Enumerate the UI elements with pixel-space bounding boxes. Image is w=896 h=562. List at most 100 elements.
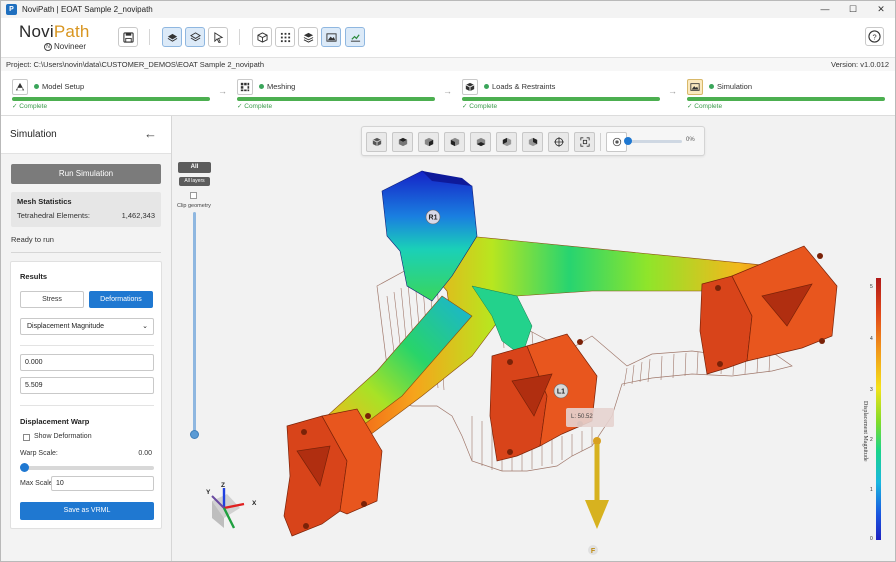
- frame-view-button[interactable]: [574, 132, 595, 152]
- layer-all-button[interactable]: All: [178, 162, 211, 173]
- axis-label-z: Z: [221, 482, 225, 489]
- divider: [20, 405, 154, 406]
- window-title: NoviPath | EOAT Sample 2_novipath: [22, 5, 153, 14]
- warp-scale-slider[interactable]: [22, 466, 154, 470]
- show-deformation-label: Show Deformation: [34, 433, 92, 440]
- mesh-stats-title: Mesh Statistics: [17, 197, 72, 206]
- minimize-button[interactable]: —: [811, 1, 839, 18]
- fit-view-button[interactable]: [548, 132, 569, 152]
- step-status: ✓ Complete: [687, 103, 723, 110]
- version-label: Version: v1.0.012: [831, 60, 889, 69]
- logo: NoviPath N Novineer: [19, 22, 99, 54]
- run-simulation-button[interactable]: Run Simulation: [11, 164, 161, 184]
- view-back-button[interactable]: [522, 132, 543, 152]
- help-button[interactable]: ?: [865, 27, 884, 46]
- clip-slider-handle[interactable]: [190, 430, 199, 439]
- step-model-setup[interactable]: Model Setup ✓ Complete: [12, 77, 210, 113]
- app-icon: P: [6, 4, 17, 15]
- max-scale-input[interactable]: 10: [51, 476, 154, 491]
- load-label-l1: L1: [557, 389, 565, 396]
- novineer-mark-icon: N: [44, 42, 52, 51]
- save-icon: [122, 31, 134, 43]
- view-right-button[interactable]: [444, 132, 465, 152]
- pad-left: [283, 408, 383, 537]
- show-deformation-checkbox[interactable]: [23, 434, 30, 441]
- simulation-image-icon: [687, 79, 703, 95]
- fea-model-render[interactable]: R1 L1 L: 50.52 F Z Y X: [172, 116, 895, 562]
- result-type-select[interactable]: Displacement Magnitude ⌄: [20, 318, 154, 335]
- max-value-input[interactable]: 5.509: [20, 377, 154, 394]
- tetra-elements-value: 1,462,343: [121, 211, 155, 220]
- arrow-right-icon: →: [443, 86, 452, 96]
- step-label: Meshing: [267, 82, 296, 91]
- workflow-bar: Model Setup ✓ Complete → Meshing ✓ Compl…: [1, 71, 895, 116]
- maximize-button[interactable]: ☐: [839, 1, 867, 18]
- mesh-statistics: Mesh Statistics Tetrahedral Elements: 1,…: [11, 192, 161, 227]
- step-status: ✓ Complete: [462, 103, 498, 110]
- legend-tick: 1: [870, 487, 873, 493]
- step-meshing[interactable]: Meshing ✓ Complete: [237, 77, 435, 113]
- step-label: Simulation: [717, 82, 753, 91]
- view-iso-button[interactable]: [366, 132, 387, 152]
- color-legend-bar: [876, 278, 881, 540]
- legend-tick: 3: [870, 387, 873, 393]
- back-arrow-icon[interactable]: ←: [144, 126, 157, 141]
- step-simulation[interactable]: Simulation ✓ Complete: [687, 77, 885, 113]
- legend-tick: 2: [870, 437, 873, 443]
- tab-stress[interactable]: Stress: [20, 291, 84, 308]
- opacity-value: 0%: [686, 137, 695, 143]
- image-result-button[interactable]: [321, 27, 341, 47]
- cube-top-icon: [398, 137, 407, 147]
- axis-triad: [211, 488, 245, 529]
- pointer-icon: [213, 31, 223, 43]
- warp-scale-handle[interactable]: [20, 463, 29, 472]
- displacement-warp-title: Displacement Warp: [20, 417, 90, 426]
- logo-subtitle: Novineer: [54, 42, 87, 51]
- cube-view-button[interactable]: [252, 27, 272, 47]
- legend-tick: 5: [870, 284, 873, 290]
- tab-deformations[interactable]: Deformations: [89, 291, 153, 308]
- status-dot: [484, 84, 489, 89]
- project-info-bar: Project: C:\Users\novin\data\CUSTOMER_DE…: [1, 58, 895, 71]
- help-icon: ?: [868, 30, 881, 43]
- chart-result-button[interactable]: [345, 27, 365, 47]
- clip-geometry-checkbox[interactable]: [190, 192, 197, 199]
- cube-bottom-icon: [476, 137, 485, 147]
- title-bar: P NoviPath | EOAT Sample 2_novipath — ☐ …: [1, 1, 895, 18]
- opacity-slider[interactable]: [628, 140, 682, 143]
- close-button[interactable]: ✕: [867, 1, 895, 18]
- save-button[interactable]: [118, 27, 138, 47]
- warp-scale-value: 0.00: [138, 450, 152, 457]
- panel-title: Simulation: [10, 129, 57, 140]
- layer-single-icon: [167, 33, 177, 42]
- legend-tick: 0: [870, 536, 873, 542]
- crosshair-icon: [553, 137, 564, 147]
- view-front-button[interactable]: [418, 132, 439, 152]
- min-value-input[interactable]: 0.000: [20, 354, 154, 371]
- tetra-elements-label: Tetrahedral Elements:: [17, 211, 90, 220]
- model-setup-icon: [12, 79, 28, 95]
- step-loads-restraints[interactable]: Loads & Restraints ✓ Complete: [462, 77, 660, 113]
- single-layer-button[interactable]: [162, 27, 182, 47]
- stack-button[interactable]: [298, 27, 318, 47]
- layers-button[interactable]: [185, 27, 205, 47]
- clip-slider[interactable]: [193, 212, 196, 434]
- run-status-text: Ready to run: [11, 235, 54, 244]
- svg-text:?: ?: [872, 32, 876, 41]
- save-vrml-button[interactable]: Save as VRML: [20, 502, 154, 520]
- 3d-viewport[interactable]: R1 L1 L: 50.52 F Z Y X 0% All All layers…: [172, 116, 895, 562]
- view-bottom-button[interactable]: [470, 132, 491, 152]
- logo-text-novi: Novi: [19, 22, 54, 41]
- results-card: Results Stress Deformations Displacement…: [10, 261, 162, 529]
- axis-label-x: X: [252, 500, 257, 507]
- force-label: F: [591, 548, 596, 555]
- mesh-grid-button[interactable]: [275, 27, 295, 47]
- view-left-button[interactable]: [496, 132, 517, 152]
- view-toolbar: 0%: [361, 126, 705, 156]
- view-top-button[interactable]: [392, 132, 413, 152]
- step-status: ✓ Complete: [12, 103, 48, 110]
- all-layers-button[interactable]: All layers: [179, 177, 210, 186]
- opacity-handle[interactable]: [624, 137, 632, 145]
- select-pointer-button[interactable]: [208, 27, 228, 47]
- cube-left-icon: [502, 137, 511, 147]
